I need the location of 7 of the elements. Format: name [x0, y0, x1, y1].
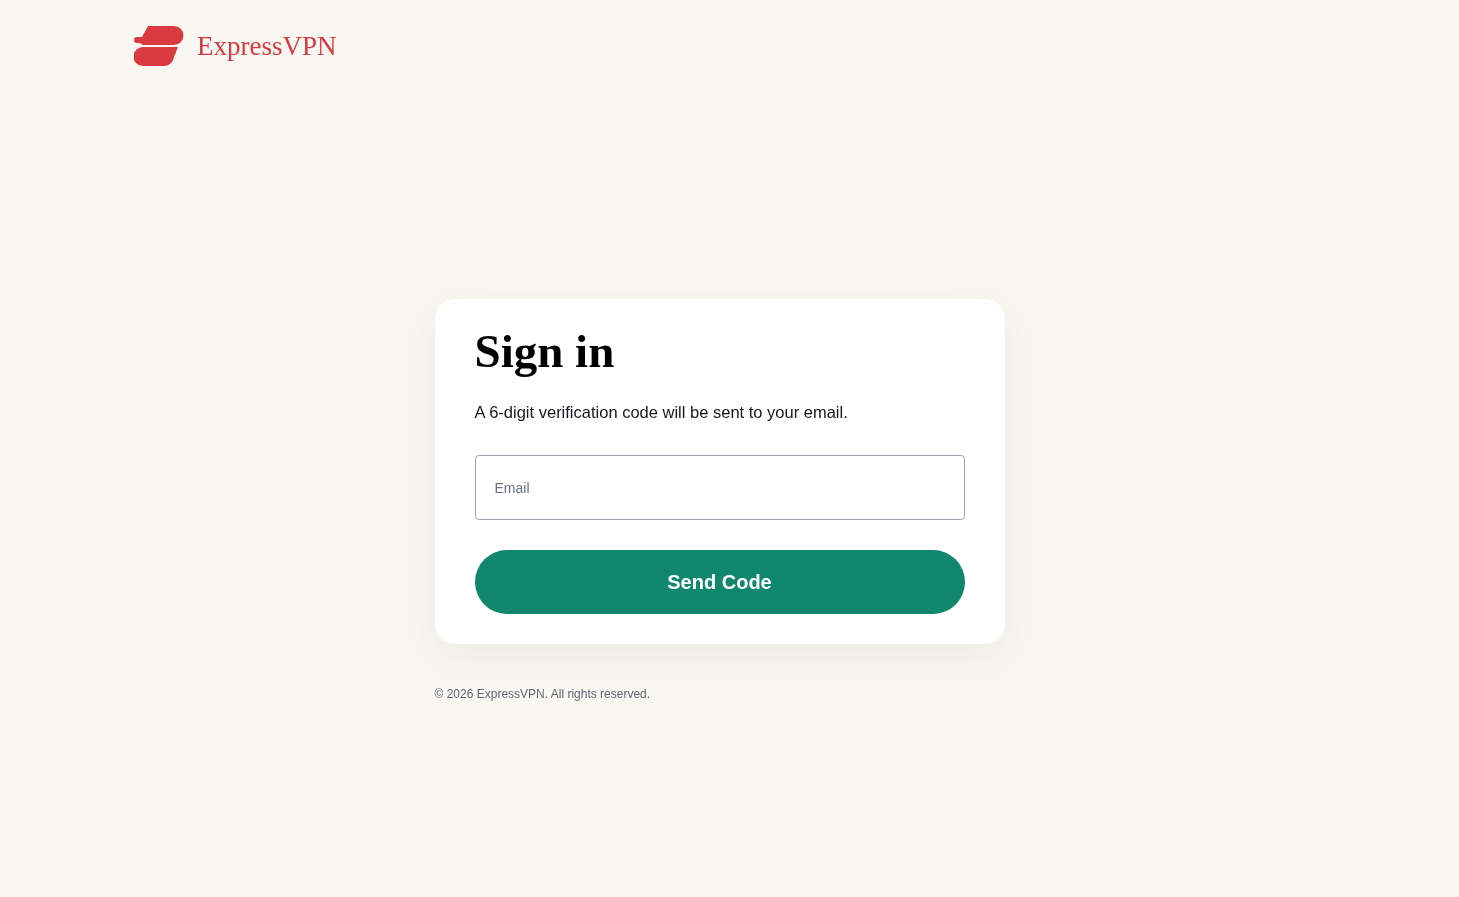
logo-icon: [134, 26, 184, 66]
logo-wordmark: ExpressVPN: [197, 29, 337, 62]
instruction-text: A 6-digit verification code will be sent to your email.: [474, 402, 848, 423]
send-code-button[interactable]: Send Code: [474, 550, 965, 614]
copyright-text: © 2026 ExpressVPN. All rights reserved.: [434, 686, 651, 702]
card-title: Sign in: [474, 324, 615, 379]
email-field[interactable]: Email: [474, 455, 965, 520]
